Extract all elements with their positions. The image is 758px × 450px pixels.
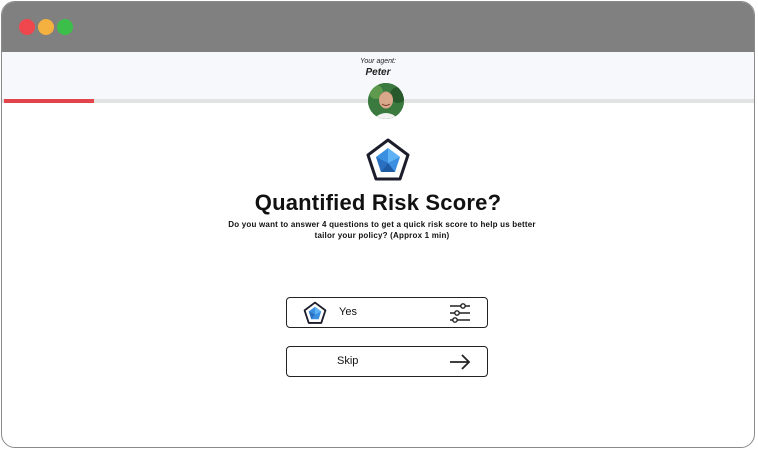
sliders-icon xyxy=(450,303,470,323)
minimize-window-button[interactable] xyxy=(38,19,54,35)
yes-button-label: Yes xyxy=(339,306,357,318)
page-subtitle: Do you want to answer 4 questions to get… xyxy=(228,220,536,240)
pentagon-radar-icon xyxy=(366,138,410,181)
close-window-button[interactable] xyxy=(19,19,35,35)
skip-button[interactable]: Skip xyxy=(286,346,488,377)
agent-name: Peter xyxy=(365,67,391,78)
agent-avatar xyxy=(368,83,404,119)
arrow-right-icon xyxy=(450,354,471,370)
browser-window: Your agent: Peter Quantified Risk Score?… xyxy=(1,1,755,448)
pentagon-radar-icon xyxy=(303,301,327,324)
progress-fill xyxy=(4,99,95,103)
yes-button[interactable]: Yes xyxy=(286,297,488,328)
skip-button-label: Skip xyxy=(337,355,359,367)
agent-caption: Your agent: xyxy=(360,58,396,65)
page-title: Quantified Risk Score? xyxy=(254,190,502,215)
window-titlebar xyxy=(2,2,754,52)
maximize-window-button[interactable] xyxy=(57,19,73,35)
